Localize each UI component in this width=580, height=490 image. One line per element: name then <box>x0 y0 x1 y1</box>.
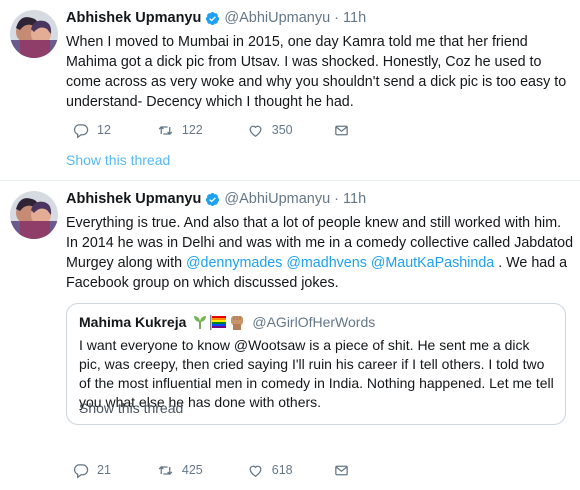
separator-dot: · <box>334 10 340 26</box>
quoted-author-handle: @AGirlOfHerWords <box>252 314 376 330</box>
retweet-count: 425 <box>181 463 203 477</box>
name-emojis <box>192 313 246 331</box>
author-name[interactable]: Abhishek Upmanyu <box>66 10 201 26</box>
tweet-1[interactable]: Abhishek Upmanyu @AbhiUpmanyu · 11h When… <box>0 0 580 181</box>
envelope-icon <box>334 125 348 135</box>
verified-badge-icon <box>206 192 220 206</box>
retweet-button[interactable]: 122 <box>157 122 203 139</box>
seedling-icon <box>194 316 207 329</box>
reply-count: 21 <box>97 463 111 477</box>
avatar[interactable] <box>10 191 58 239</box>
reply-icon <box>73 123 89 138</box>
mention-link[interactable]: @madhvens <box>286 255 366 271</box>
reply-count: 12 <box>97 123 111 137</box>
reply-icon <box>73 463 89 478</box>
quoted-show-thread-link[interactable]: Show this thread <box>79 400 183 416</box>
retweet-count: 122 <box>181 123 203 137</box>
timestamp[interactable]: 11h <box>343 191 366 207</box>
tweet-actions: 21 425 618 <box>72 460 350 480</box>
retweet-icon <box>158 125 173 135</box>
like-count: 350 <box>271 123 293 137</box>
author-name[interactable]: Abhishek Upmanyu <box>66 191 201 207</box>
author-handle[interactable]: @AbhiUpmanyu <box>224 10 330 26</box>
show-thread-link[interactable]: Show this thread <box>66 152 170 168</box>
reply-button[interactable]: 12 <box>72 122 111 139</box>
tweet-2[interactable]: Abhishek Upmanyu @AbhiUpmanyu · 11h Ever… <box>0 181 580 490</box>
quoted-tweet[interactable]: Mahima Kukreja @AGirlOfHerWords I want e… <box>66 303 566 425</box>
envelope-icon <box>334 465 348 475</box>
author-handle[interactable]: @AbhiUpmanyu <box>224 191 330 207</box>
mention-link[interactable]: @MautKaPashinda <box>371 255 494 271</box>
heart-icon <box>249 465 262 477</box>
quoted-author-name: Mahima Kukreja <box>79 314 187 330</box>
like-button[interactable]: 350 <box>247 122 293 139</box>
like-button[interactable]: 618 <box>247 462 293 479</box>
verified-badge-icon <box>206 11 220 25</box>
heart-icon <box>249 125 262 137</box>
message-button[interactable] <box>333 462 350 479</box>
retweet-icon <box>158 465 173 475</box>
mention-link[interactable]: @dennymades <box>186 255 282 271</box>
retweet-button[interactable]: 425 <box>157 462 203 479</box>
separator-dot: · <box>334 191 340 207</box>
raised-fist-icon <box>231 316 244 330</box>
reply-button[interactable]: 21 <box>72 462 111 479</box>
message-button[interactable] <box>333 122 350 139</box>
tweet-actions: 12 122 350 <box>72 120 350 140</box>
avatar[interactable] <box>10 10 58 58</box>
tweet-text: When I moved to Mumbai in 2015, one day … <box>66 34 567 110</box>
tweet-text: Everything is true. And also that a lot … <box>66 213 574 293</box>
rainbow-flag-icon <box>210 315 227 330</box>
timestamp[interactable]: 11h <box>343 10 366 26</box>
like-count: 618 <box>271 463 293 477</box>
